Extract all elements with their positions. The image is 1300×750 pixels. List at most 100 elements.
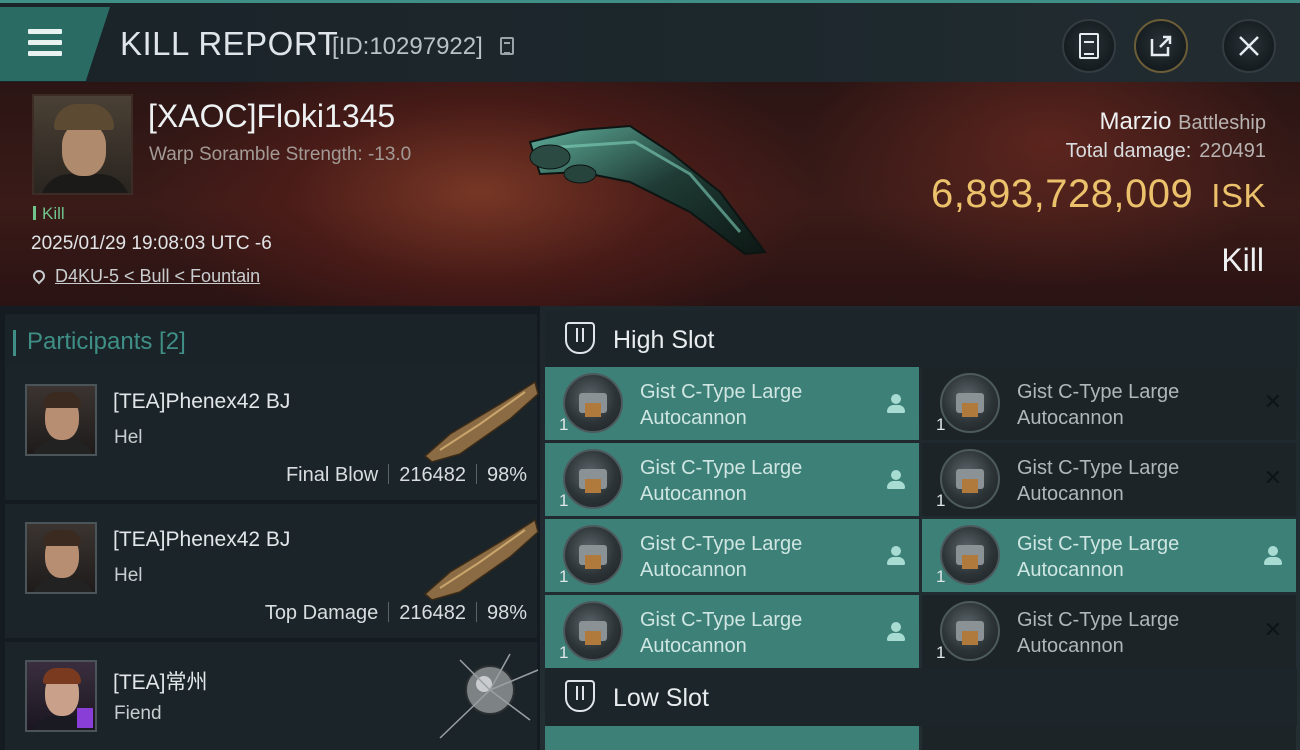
module-name: Gist C-Type Large Autocannon	[1017, 531, 1237, 583]
high-slot-item[interactable]: 1 Gist C-Type Large Autocannon	[545, 595, 919, 668]
participant-ship-image	[439, 653, 539, 739]
participant-avatar[interactable]	[25, 522, 97, 594]
module-name-line1: Gist C-Type Large	[640, 381, 803, 403]
module-name: Gist C-Type Large Autocannon	[640, 455, 860, 507]
participant-percent: 98%	[486, 602, 527, 624]
autocannon-icon	[940, 449, 1000, 509]
module-name: Gist C-Type Large Autocannon	[1017, 379, 1237, 431]
module-name-line1: Gist C-Type Large	[640, 533, 803, 555]
share-button[interactable]	[1134, 19, 1188, 73]
low-slot-item[interactable]	[922, 726, 1296, 750]
module-name: Gist C-Type Large Autocannon	[1017, 607, 1237, 659]
low-slot-label: Low Slot	[613, 684, 709, 712]
module-name-line1: Gist C-Type Large	[1017, 381, 1180, 403]
pilot-icon	[1264, 546, 1282, 566]
isk-value: 6,893,728,009 ISK	[931, 172, 1266, 217]
module-name-line2: Autocannon	[1017, 407, 1124, 429]
autocannon-icon	[563, 373, 623, 433]
destroyed-x-icon: ✕	[1263, 465, 1282, 490]
total-damage-value: 220491	[1199, 140, 1266, 162]
victim-portrait[interactable]	[32, 94, 133, 195]
close-icon	[1239, 36, 1259, 56]
participant-ship: Hel	[114, 565, 143, 586]
participant-damage: 216482	[399, 602, 466, 624]
kill-tag: Kill	[33, 204, 65, 224]
module-name-line1: Gist C-Type Large	[1017, 533, 1180, 555]
autocannon-icon	[563, 601, 623, 661]
module-quantity: 1	[559, 491, 569, 510]
participant-row[interactable]: [TEA]Phenex42 BJ Hel Top Damage 216482 98%	[5, 504, 539, 638]
victim-ship: Marzio Battleship	[1099, 108, 1266, 136]
module-name-line2: Autocannon	[1017, 559, 1124, 581]
destroyed-x-icon: ✕	[1263, 617, 1282, 642]
participant-percent: 98%	[486, 464, 527, 486]
autocannon-icon	[940, 525, 1000, 585]
module-name-line2: Autocannon	[1017, 483, 1124, 505]
high-slot-item[interactable]: 1 Gist C-Type Large Autocannon ✕	[922, 367, 1296, 440]
participant-avatar[interactable]	[25, 660, 97, 732]
fitting-panel: High Slot 1 Gist C-Type Large Autocannon 1 G…	[540, 306, 1300, 750]
location-link[interactable]: D4KU-5 < Bull < Fountain	[55, 266, 260, 286]
module-name-line1: Gist C-Type Large	[640, 609, 803, 631]
high-slot-item[interactable]: 1 Gist C-Type Large Autocannon	[545, 443, 919, 516]
warp-scramble-strength: Warp Soramble Strength: -13.0	[149, 144, 412, 165]
victim-name[interactable]: [XAOC]Floki1345	[148, 98, 395, 135]
module-quantity: 1	[936, 491, 946, 510]
pilot-icon	[887, 470, 905, 490]
total-damage: Total damage: 220491	[1066, 140, 1266, 163]
participant-row[interactable]: [TEA]Phenex42 BJ Hel Final Blow 216482 98%	[5, 366, 539, 500]
page-title: KILL REPORT	[120, 25, 339, 62]
pilot-icon	[887, 546, 905, 566]
menu-icon	[28, 29, 62, 62]
header-bar: KILL REPORT [ID:10297922]	[0, 0, 1300, 82]
autocannon-icon	[563, 449, 623, 509]
module-name-line2: Autocannon	[640, 559, 747, 581]
low-slot-item[interactable]	[545, 726, 919, 750]
autocannon-icon	[563, 525, 623, 585]
participants-panel: Participants [2] [TEA]Phenex42 BJ Hel Fi…	[0, 306, 540, 750]
high-slot-icon	[565, 322, 595, 354]
report-id: [ID:10297922]	[332, 33, 483, 60]
high-slot-label: High Slot	[613, 326, 715, 354]
participant-damage: 216482	[399, 464, 466, 486]
high-slot-item[interactable]: 1 Gist C-Type Large Autocannon	[922, 519, 1296, 592]
participant-ship-image	[423, 518, 539, 601]
close-button[interactable]	[1222, 19, 1276, 73]
participant-name: [TEA]Phenex42 BJ	[113, 390, 291, 413]
module-name-line2: Autocannon	[640, 407, 747, 429]
autocannon-icon	[940, 601, 1000, 661]
victim-banner: [XAOC]Floki1345 Warp Soramble Strength: …	[0, 82, 1300, 306]
participants-header[interactable]: Participants [2]	[5, 314, 537, 370]
victim-ship-image[interactable]	[520, 112, 780, 262]
module-name-line2: Autocannon	[1017, 635, 1124, 657]
high-slot-item[interactable]: 1 Gist C-Type Large Autocannon	[545, 367, 919, 440]
isk-amount: 6,893,728,009	[930, 172, 1194, 216]
participant-row[interactable]: [TEA]常州 Fiend	[5, 642, 539, 750]
module-name-line2: Autocannon	[640, 635, 747, 657]
module-quantity: 1	[559, 567, 569, 586]
clipboard-icon	[1079, 33, 1099, 59]
module-quantity: 1	[936, 567, 946, 586]
high-slot-header: High Slot	[545, 310, 1297, 368]
kill-location[interactable]: D4KU-5 < Bull < Fountain	[30, 266, 260, 287]
module-name: Gist C-Type Large Autocannon	[640, 607, 860, 659]
victim-ship-class: Battleship	[1178, 112, 1266, 134]
module-name: Gist C-Type Large Autocannon	[1017, 455, 1237, 507]
high-slot-item[interactable]: 1 Gist C-Type Large Autocannon ✕	[922, 595, 1296, 668]
participant-label: Top Damage	[264, 602, 379, 624]
result-label: Kill	[1221, 242, 1264, 278]
autocannon-icon	[940, 373, 1000, 433]
menu-button[interactable]	[0, 7, 110, 81]
module-name: Gist C-Type Large Autocannon	[640, 379, 860, 431]
participant-avatar[interactable]	[25, 384, 97, 456]
low-slot-header: Low Slot	[545, 668, 1297, 726]
high-slot-item[interactable]: 1 Gist C-Type Large Autocannon	[545, 519, 919, 592]
module-name-line1: Gist C-Type Large	[640, 457, 803, 479]
high-slot-item[interactable]: 1 Gist C-Type Large Autocannon ✕	[922, 443, 1296, 516]
copy-id-icon[interactable]	[500, 37, 514, 55]
module-name-line1: Gist C-Type Large	[1017, 457, 1180, 479]
clipboard-button[interactable]	[1062, 19, 1116, 73]
low-slot-icon	[565, 680, 595, 712]
participant-name: [TEA]常州	[113, 671, 208, 694]
module-quantity: 1	[559, 415, 569, 434]
